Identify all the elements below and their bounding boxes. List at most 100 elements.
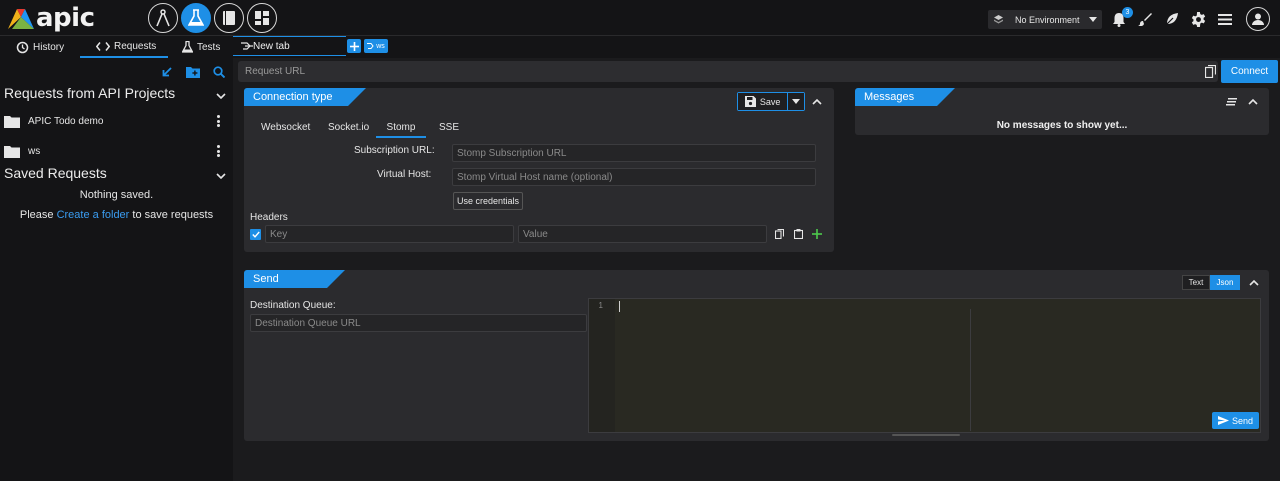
copy-header-icon[interactable] — [775, 229, 784, 239]
tab-history[interactable]: History — [16, 36, 76, 58]
more-options-icon[interactable] — [217, 145, 220, 157]
extensions-button[interactable] — [1163, 10, 1181, 28]
tester-mode-button[interactable] — [181, 3, 211, 33]
subscription-url-input[interactable]: Stomp Subscription URL — [452, 144, 816, 162]
text-format-button[interactable]: Text — [1182, 275, 1210, 290]
tab-socketio[interactable]: Socket.io — [328, 122, 369, 133]
destination-queue-input[interactable]: Destination Queue URL — [250, 314, 587, 332]
header-key-input[interactable]: Key — [265, 225, 514, 243]
tab-tests-label: Tests — [197, 41, 221, 53]
hint-prefix: Please — [19, 209, 54, 221]
more-options-icon[interactable] — [217, 115, 220, 127]
sidebar: Requests from API Projects APIC Todo dem… — [0, 58, 233, 481]
apic-logo[interactable]: apic — [8, 3, 95, 33]
copy-url-button[interactable] — [1204, 64, 1217, 79]
save-button[interactable]: Save — [738, 93, 788, 110]
flask-icon — [188, 9, 204, 26]
request-url-input[interactable]: Request URL — [238, 61, 1218, 82]
tab-websocket[interactable]: Websocket — [261, 122, 310, 133]
project-label: APIC Todo demo — [28, 115, 104, 127]
new-ws-tab-button[interactable]: ws — [364, 39, 388, 53]
caret-down-icon — [1088, 17, 1097, 22]
book-icon — [223, 11, 235, 25]
tab-stomp[interactable]: Stomp — [376, 122, 426, 138]
check-icon — [251, 231, 260, 238]
collapse-send-icon[interactable] — [1249, 278, 1259, 288]
theme-button[interactable] — [1136, 10, 1154, 28]
environment-selector[interactable]: No Environment — [988, 10, 1102, 29]
line-number: 1 — [589, 299, 615, 432]
request-tab-new[interactable]: New tab — [233, 36, 346, 56]
collapse-all-button[interactable] — [162, 67, 172, 77]
new-tab-button[interactable] — [347, 39, 361, 53]
search-button[interactable] — [213, 66, 226, 79]
connection-type-header: Connection type — [244, 88, 366, 106]
environment-label: No Environment — [1015, 14, 1080, 25]
brush-icon — [1138, 13, 1152, 26]
json-format-button[interactable]: Json — [1210, 275, 1240, 290]
settings-button[interactable] — [1189, 10, 1207, 28]
clear-messages-icon[interactable] — [1226, 98, 1237, 106]
notification-count-badge: 3 — [1122, 7, 1133, 18]
add-header-icon[interactable] — [812, 229, 822, 239]
create-folder-hint: Please Create a folder to save requests — [0, 209, 233, 221]
plus-icon — [349, 41, 359, 51]
send-button[interactable]: Send — [1212, 412, 1259, 429]
chevron-down-icon[interactable] — [216, 90, 226, 102]
docs-mode-button[interactable] — [214, 3, 244, 33]
floppy-icon — [744, 96, 756, 107]
paste-header-icon[interactable] — [794, 229, 803, 239]
tab-tests[interactable]: Tests — [182, 36, 230, 58]
saved-requests-title[interactable]: Saved Requests — [4, 165, 107, 181]
project-item[interactable]: ws — [4, 142, 226, 160]
send-label: Send — [1231, 415, 1254, 426]
top-bar: apic No Environment 3 — [0, 0, 1280, 36]
create-folder-link[interactable]: Create a folder — [57, 209, 130, 221]
gear-icon — [1191, 11, 1205, 27]
compass-icon — [156, 9, 170, 27]
dashboard-mode-button[interactable] — [247, 3, 277, 33]
collapse-connection-icon[interactable] — [812, 97, 822, 107]
collapse-messages-icon[interactable] — [1248, 97, 1258, 107]
connect-button[interactable]: Connect — [1221, 60, 1278, 83]
folder-icon — [4, 145, 20, 158]
headers-label: Headers — [250, 212, 288, 223]
send-header: Send — [244, 270, 345, 288]
tab-sse[interactable]: SSE — [439, 122, 459, 133]
no-messages-text: No messages to show yet... — [996, 120, 1128, 131]
chevron-down-icon[interactable] — [216, 170, 226, 182]
websocket-small-icon — [367, 43, 374, 49]
user-icon — [1252, 13, 1264, 25]
request-tab-label: New tab — [253, 40, 290, 52]
search-icon — [213, 66, 226, 79]
subscription-url-label: Subscription URL: — [354, 145, 435, 156]
copy-icon — [1204, 64, 1217, 79]
project-item[interactable]: APIC Todo demo — [4, 112, 226, 130]
folder-plus-icon — [186, 67, 200, 78]
tab-row: History Requests Tests New tab ws — [0, 36, 1280, 58]
editor-scrollbar[interactable] — [892, 434, 960, 436]
apic-logo-icon — [8, 9, 34, 29]
header-enabled-checkbox[interactable] — [250, 229, 261, 240]
nothing-saved-text: Nothing saved. — [79, 189, 154, 201]
code-icon — [96, 41, 110, 51]
message-editor[interactable]: 1 — [588, 298, 1261, 433]
use-credentials-button[interactable]: Use credentials — [453, 192, 523, 210]
requests-projects-title[interactable]: Requests from API Projects — [4, 85, 175, 101]
project-label: ws — [28, 145, 41, 157]
arrow-down-left-icon — [162, 67, 172, 77]
header-value-input[interactable]: Value — [518, 225, 767, 243]
menu-button[interactable] — [1216, 10, 1234, 28]
caret-down-icon — [792, 99, 801, 104]
save-options-button[interactable] — [787, 93, 804, 110]
user-avatar-button[interactable] — [1246, 7, 1270, 31]
websocket-icon — [241, 41, 253, 50]
save-label: Save — [759, 96, 781, 107]
virtual-host-input[interactable]: Stomp Virtual Host name (optional) — [452, 168, 816, 186]
messages-header: Messages — [855, 88, 955, 106]
tab-requests[interactable]: Requests — [80, 36, 168, 58]
dashboard-icon — [255, 11, 269, 25]
new-folder-button[interactable] — [186, 66, 200, 78]
hamburger-icon — [1218, 13, 1232, 25]
designer-mode-button[interactable] — [148, 3, 178, 33]
